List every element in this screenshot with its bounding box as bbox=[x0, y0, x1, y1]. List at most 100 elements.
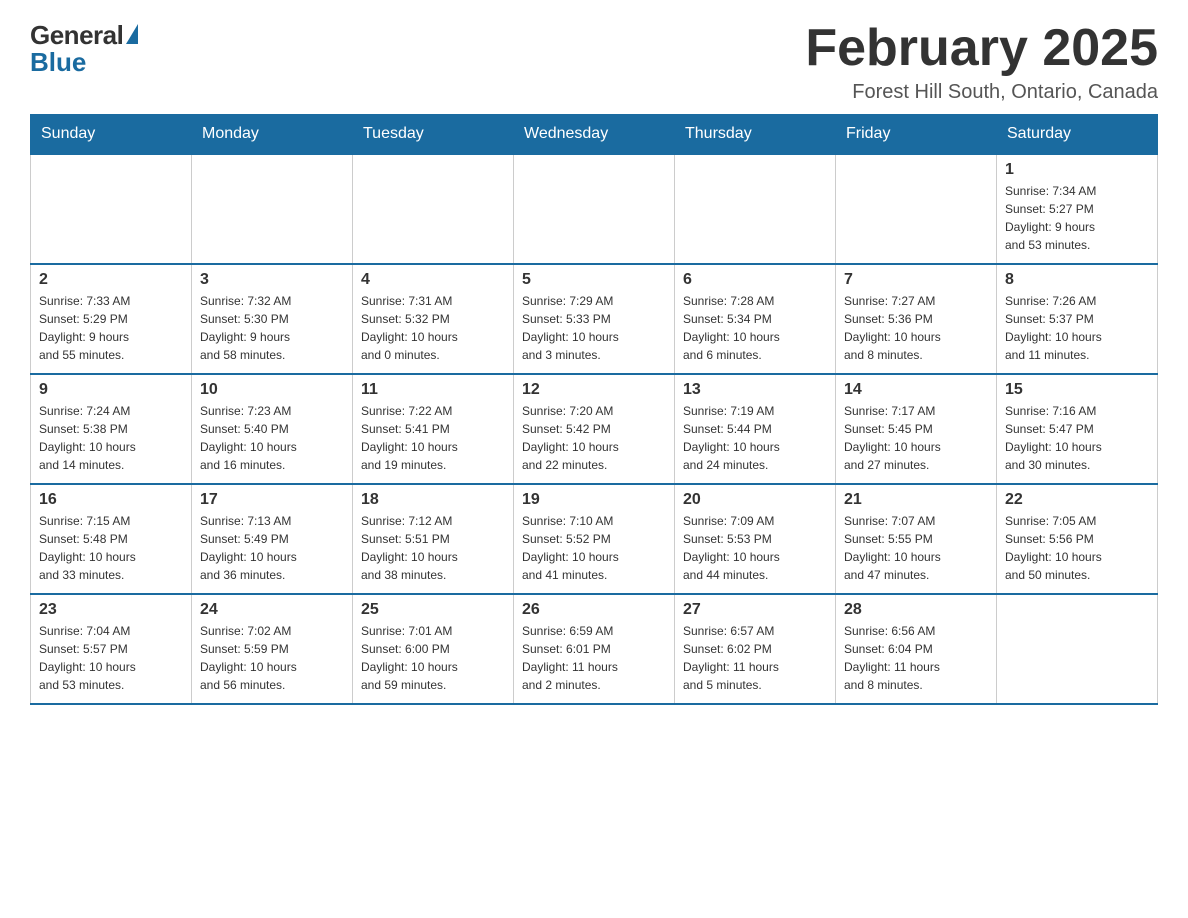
day-number: 1 bbox=[1005, 161, 1149, 179]
calendar-week-row: 16 Sunrise: 7:15 AMSunset: 5:48 PMDayligh… bbox=[31, 484, 1158, 594]
calendar-cell bbox=[836, 154, 997, 264]
day-info: Sunrise: 7:22 AMSunset: 5:41 PMDaylight:… bbox=[361, 402, 505, 474]
day-number: 26 bbox=[522, 601, 666, 619]
calendar-header-thursday: Thursday bbox=[675, 115, 836, 155]
day-number: 16 bbox=[39, 491, 183, 509]
day-info: Sunrise: 7:23 AMSunset: 5:40 PMDaylight:… bbox=[200, 402, 344, 474]
calendar-cell: 19 Sunrise: 7:10 AMSunset: 5:52 PMDayligh… bbox=[514, 484, 675, 594]
calendar-week-row: 2 Sunrise: 7:33 AMSunset: 5:29 PMDaylight… bbox=[31, 264, 1158, 374]
calendar-cell: 7Sunrise: 7:27 AMSunset: 5:36 PMDaylight… bbox=[836, 264, 997, 374]
calendar-cell: 9Sunrise: 7:24 AMSunset: 5:38 PMDaylight… bbox=[31, 374, 192, 484]
day-info: Sunrise: 7:27 AMSunset: 5:36 PMDaylight:… bbox=[844, 292, 988, 364]
calendar-cell: 28 Sunrise: 6:56 AMSunset: 6:04 PMDayligh… bbox=[836, 594, 997, 704]
day-number: 4 bbox=[361, 271, 505, 289]
day-number: 28 bbox=[844, 601, 988, 619]
day-info: Sunrise: 6:56 AMSunset: 6:04 PMDaylight:… bbox=[844, 622, 988, 694]
calendar-cell: 15 Sunrise: 7:16 AMSunset: 5:47 PMDayligh… bbox=[997, 374, 1158, 484]
day-info: Sunrise: 7:10 AMSunset: 5:52 PMDaylight:… bbox=[522, 512, 666, 584]
day-info: Sunrise: 7:29 AMSunset: 5:33 PMDaylight:… bbox=[522, 292, 666, 364]
day-number: 17 bbox=[200, 491, 344, 509]
calendar-cell: 2 Sunrise: 7:33 AMSunset: 5:29 PMDaylight… bbox=[31, 264, 192, 374]
calendar-cell: 10 Sunrise: 7:23 AMSunset: 5:40 PMDayligh… bbox=[192, 374, 353, 484]
calendar-header-sunday: Sunday bbox=[31, 115, 192, 155]
calendar-header-wednesday: Wednesday bbox=[514, 115, 675, 155]
calendar-cell bbox=[192, 154, 353, 264]
calendar-cell: 16 Sunrise: 7:15 AMSunset: 5:48 PMDayligh… bbox=[31, 484, 192, 594]
calendar-header-tuesday: Tuesday bbox=[353, 115, 514, 155]
calendar-header-monday: Monday bbox=[192, 115, 353, 155]
calendar-header-friday: Friday bbox=[836, 115, 997, 155]
day-info: Sunrise: 7:04 AMSunset: 5:57 PMDaylight:… bbox=[39, 622, 183, 694]
day-number: 14 bbox=[844, 381, 988, 399]
day-number: 11 bbox=[361, 381, 505, 399]
logo-blue-text: Blue bbox=[30, 47, 86, 78]
calendar-cell: 14 Sunrise: 7:17 AMSunset: 5:45 PMDayligh… bbox=[836, 374, 997, 484]
calendar-cell: 22Sunrise: 7:05 AMSunset: 5:56 PMDayligh… bbox=[997, 484, 1158, 594]
day-info: Sunrise: 7:26 AMSunset: 5:37 PMDaylight:… bbox=[1005, 292, 1149, 364]
day-number: 12 bbox=[522, 381, 666, 399]
calendar-cell: 11 Sunrise: 7:22 AMSunset: 5:41 PMDayligh… bbox=[353, 374, 514, 484]
calendar-cell: 21Sunrise: 7:07 AMSunset: 5:55 PMDayligh… bbox=[836, 484, 997, 594]
location-subtitle: Forest Hill South, Ontario, Canada bbox=[805, 81, 1158, 104]
calendar-table: SundayMondayTuesdayWednesdayThursdayFrid… bbox=[30, 114, 1158, 705]
day-info: Sunrise: 6:59 AMSunset: 6:01 PMDaylight:… bbox=[522, 622, 666, 694]
day-number: 18 bbox=[361, 491, 505, 509]
calendar-cell: 27 Sunrise: 6:57 AMSunset: 6:02 PMDayligh… bbox=[675, 594, 836, 704]
day-info: Sunrise: 7:07 AMSunset: 5:55 PMDaylight:… bbox=[844, 512, 988, 584]
day-info: Sunrise: 7:02 AMSunset: 5:59 PMDaylight:… bbox=[200, 622, 344, 694]
day-info: Sunrise: 7:13 AMSunset: 5:49 PMDaylight:… bbox=[200, 512, 344, 584]
day-number: 24 bbox=[200, 601, 344, 619]
page-header: General Blue February 2025 Forest Hill S… bbox=[30, 20, 1158, 104]
day-info: Sunrise: 7:19 AMSunset: 5:44 PMDaylight:… bbox=[683, 402, 827, 474]
title-block: February 2025 Forest Hill South, Ontario… bbox=[805, 20, 1158, 104]
calendar-cell bbox=[675, 154, 836, 264]
day-number: 20 bbox=[683, 491, 827, 509]
calendar-cell: 8 Sunrise: 7:26 AMSunset: 5:37 PMDaylight… bbox=[997, 264, 1158, 374]
logo-triangle-icon bbox=[126, 24, 138, 44]
day-info: Sunrise: 7:31 AMSunset: 5:32 PMDaylight:… bbox=[361, 292, 505, 364]
calendar-cell: 13 Sunrise: 7:19 AMSunset: 5:44 PMDayligh… bbox=[675, 374, 836, 484]
day-number: 19 bbox=[522, 491, 666, 509]
calendar-header-row: SundayMondayTuesdayWednesdayThursdayFrid… bbox=[31, 115, 1158, 155]
calendar-cell: 4 Sunrise: 7:31 AMSunset: 5:32 PMDaylight… bbox=[353, 264, 514, 374]
day-number: 10 bbox=[200, 381, 344, 399]
day-number: 8 bbox=[1005, 271, 1149, 289]
calendar-cell bbox=[514, 154, 675, 264]
calendar-cell: 1 Sunrise: 7:34 AMSunset: 5:27 PMDaylight… bbox=[997, 154, 1158, 264]
calendar-cell: 6 Sunrise: 7:28 AMSunset: 5:34 PMDaylight… bbox=[675, 264, 836, 374]
day-number: 13 bbox=[683, 381, 827, 399]
day-info: Sunrise: 7:33 AMSunset: 5:29 PMDaylight:… bbox=[39, 292, 183, 364]
day-number: 2 bbox=[39, 271, 183, 289]
month-title: February 2025 bbox=[805, 20, 1158, 77]
calendar-week-row: 23Sunrise: 7:04 AMSunset: 5:57 PMDayligh… bbox=[31, 594, 1158, 704]
calendar-cell: 5 Sunrise: 7:29 AMSunset: 5:33 PMDaylight… bbox=[514, 264, 675, 374]
day-info: Sunrise: 7:05 AMSunset: 5:56 PMDaylight:… bbox=[1005, 512, 1149, 584]
day-number: 27 bbox=[683, 601, 827, 619]
calendar-cell: 12 Sunrise: 7:20 AMSunset: 5:42 PMDayligh… bbox=[514, 374, 675, 484]
day-info: Sunrise: 7:15 AMSunset: 5:48 PMDaylight:… bbox=[39, 512, 183, 584]
day-number: 5 bbox=[522, 271, 666, 289]
day-number: 9 bbox=[39, 381, 183, 399]
day-number: 3 bbox=[200, 271, 344, 289]
day-info: Sunrise: 6:57 AMSunset: 6:02 PMDaylight:… bbox=[683, 622, 827, 694]
day-number: 15 bbox=[1005, 381, 1149, 399]
day-info: Sunrise: 7:28 AMSunset: 5:34 PMDaylight:… bbox=[683, 292, 827, 364]
day-info: Sunrise: 7:16 AMSunset: 5:47 PMDaylight:… bbox=[1005, 402, 1149, 474]
calendar-cell: 26 Sunrise: 6:59 AMSunset: 6:01 PMDayligh… bbox=[514, 594, 675, 704]
calendar-cell: 24 Sunrise: 7:02 AMSunset: 5:59 PMDayligh… bbox=[192, 594, 353, 704]
day-info: Sunrise: 7:01 AMSunset: 6:00 PMDaylight:… bbox=[361, 622, 505, 694]
calendar-week-row: 9Sunrise: 7:24 AMSunset: 5:38 PMDaylight… bbox=[31, 374, 1158, 484]
day-info: Sunrise: 7:20 AMSunset: 5:42 PMDaylight:… bbox=[522, 402, 666, 474]
calendar-cell bbox=[353, 154, 514, 264]
calendar-cell: 23Sunrise: 7:04 AMSunset: 5:57 PMDayligh… bbox=[31, 594, 192, 704]
calendar-cell: 18Sunrise: 7:12 AMSunset: 5:51 PMDayligh… bbox=[353, 484, 514, 594]
calendar-cell: 3Sunrise: 7:32 AMSunset: 5:30 PMDaylight… bbox=[192, 264, 353, 374]
day-number: 6 bbox=[683, 271, 827, 289]
day-info: Sunrise: 7:34 AMSunset: 5:27 PMDaylight:… bbox=[1005, 182, 1149, 254]
calendar-cell: 17 Sunrise: 7:13 AMSunset: 5:49 PMDayligh… bbox=[192, 484, 353, 594]
calendar-cell bbox=[31, 154, 192, 264]
day-number: 25 bbox=[361, 601, 505, 619]
day-info: Sunrise: 7:17 AMSunset: 5:45 PMDaylight:… bbox=[844, 402, 988, 474]
day-info: Sunrise: 7:09 AMSunset: 5:53 PMDaylight:… bbox=[683, 512, 827, 584]
calendar-header-saturday: Saturday bbox=[997, 115, 1158, 155]
